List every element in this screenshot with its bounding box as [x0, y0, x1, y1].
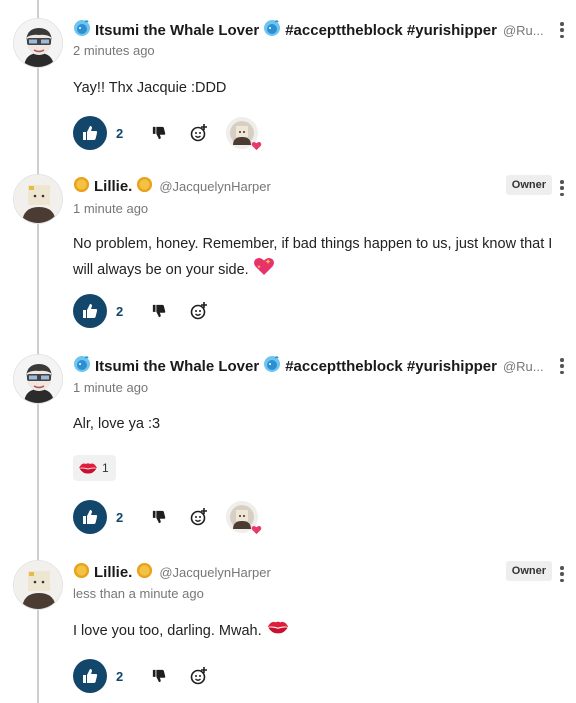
like-count: 2 [116, 303, 124, 319]
comment-text: Alr, love ya :3 [73, 416, 161, 432]
reaction-chip[interactable]: 1 [73, 455, 116, 481]
like-count: 2 [116, 509, 124, 525]
timestamp[interactable]: 2 minutes ago [73, 43, 155, 58]
comment: Lillie. @JacquelynHarper Owner less than… [0, 560, 576, 700]
add-reaction-button[interactable] [188, 122, 210, 144]
sun-emoji [73, 176, 90, 197]
author-name[interactable]: Itsumi the Whale Lover #accepttheblock #… [73, 19, 497, 41]
more-options-icon[interactable] [558, 179, 566, 197]
add-reaction-icon [190, 667, 207, 685]
add-reaction-button[interactable] [188, 665, 210, 687]
more-options-icon[interactable] [558, 21, 566, 39]
comment: Lillie. @JacquelynHarper Owner 1 minute … [0, 174, 576, 334]
heart-icon [251, 141, 262, 151]
thumbs-down-icon [152, 126, 166, 140]
author-hashtags: #accepttheblock #yurishipper [285, 357, 497, 375]
comment-actions: 2 [73, 294, 210, 328]
author-handle: @Ru... [502, 358, 544, 374]
reactor-avatar[interactable] [226, 117, 262, 151]
thumbs-down-icon [152, 669, 166, 683]
like-count: 2 [116, 668, 124, 684]
sun-emoji [73, 562, 90, 583]
sparkling-heart-emoji [253, 256, 275, 284]
timestamp[interactable]: 1 minute ago [73, 380, 148, 395]
more-options-icon[interactable] [558, 565, 566, 583]
comment-actions: 2 [73, 500, 262, 535]
owner-badge: Owner [505, 561, 552, 581]
like-button[interactable] [73, 500, 107, 534]
add-reaction-button[interactable] [188, 506, 210, 528]
timestamp[interactable]: 1 minute ago [73, 201, 148, 216]
kiss-mark-emoji [79, 463, 97, 474]
whale-emoji [263, 19, 281, 41]
more-options-icon[interactable] [558, 357, 566, 375]
author-name[interactable]: Lillie. [73, 176, 153, 197]
author-handle: @JacquelynHarper [159, 178, 271, 194]
comment-text: I love you too, darling. Mwah. [73, 619, 556, 643]
owner-badge: Owner [505, 175, 552, 195]
dislike-button[interactable] [148, 506, 170, 528]
avatar[interactable] [13, 354, 63, 404]
like-button[interactable] [73, 116, 107, 150]
heart-icon [251, 525, 262, 535]
author-hashtags: #accepttheblock #yurishipper [285, 21, 497, 39]
comment: Itsumi the Whale Lover #accepttheblock #… [0, 18, 576, 158]
thumbs-up-icon [83, 304, 98, 318]
reaction-count: 1 [102, 461, 109, 475]
thumbs-up-icon [83, 126, 98, 140]
sun-emoji [136, 562, 153, 583]
comment: Itsumi the Whale Lover #accepttheblock #… [0, 354, 576, 544]
whale-emoji [263, 355, 281, 377]
thumbs-up-icon [83, 510, 98, 524]
author-handle: @JacquelynHarper [159, 564, 271, 580]
like-button[interactable] [73, 294, 107, 328]
timestamp[interactable]: less than a minute ago [73, 586, 204, 601]
add-reaction-icon [190, 124, 207, 142]
kiss-mark-emoji [266, 619, 290, 643]
comment-actions: 2 [73, 659, 210, 693]
like-button[interactable] [73, 659, 107, 693]
whale-emoji [73, 355, 91, 377]
thumbs-down-icon [152, 304, 166, 318]
comment-text: No problem, honey. Remember, if bad thin… [73, 233, 556, 284]
author-name[interactable]: Lillie. [73, 562, 153, 583]
whale-emoji [73, 19, 91, 41]
comment-text: Yay!! Thx Jacquie :DDD [73, 80, 227, 96]
dislike-button[interactable] [148, 122, 170, 144]
avatar[interactable] [13, 174, 63, 224]
reactor-avatar[interactable] [226, 501, 262, 535]
add-reaction-button[interactable] [188, 300, 210, 322]
avatar[interactable] [13, 560, 63, 610]
add-reaction-icon [190, 302, 207, 320]
comment-actions: 2 [73, 116, 262, 151]
dislike-button[interactable] [148, 665, 170, 687]
author-handle: @Ru... [502, 22, 544, 38]
dislike-button[interactable] [148, 300, 170, 322]
sun-emoji [136, 176, 153, 197]
avatar[interactable] [13, 18, 63, 68]
add-reaction-icon [190, 508, 207, 526]
like-count: 2 [116, 125, 124, 141]
thumbs-down-icon [152, 510, 166, 524]
author-name[interactable]: Itsumi the Whale Lover #accepttheblock #… [73, 355, 497, 377]
thumbs-up-icon [83, 669, 98, 683]
